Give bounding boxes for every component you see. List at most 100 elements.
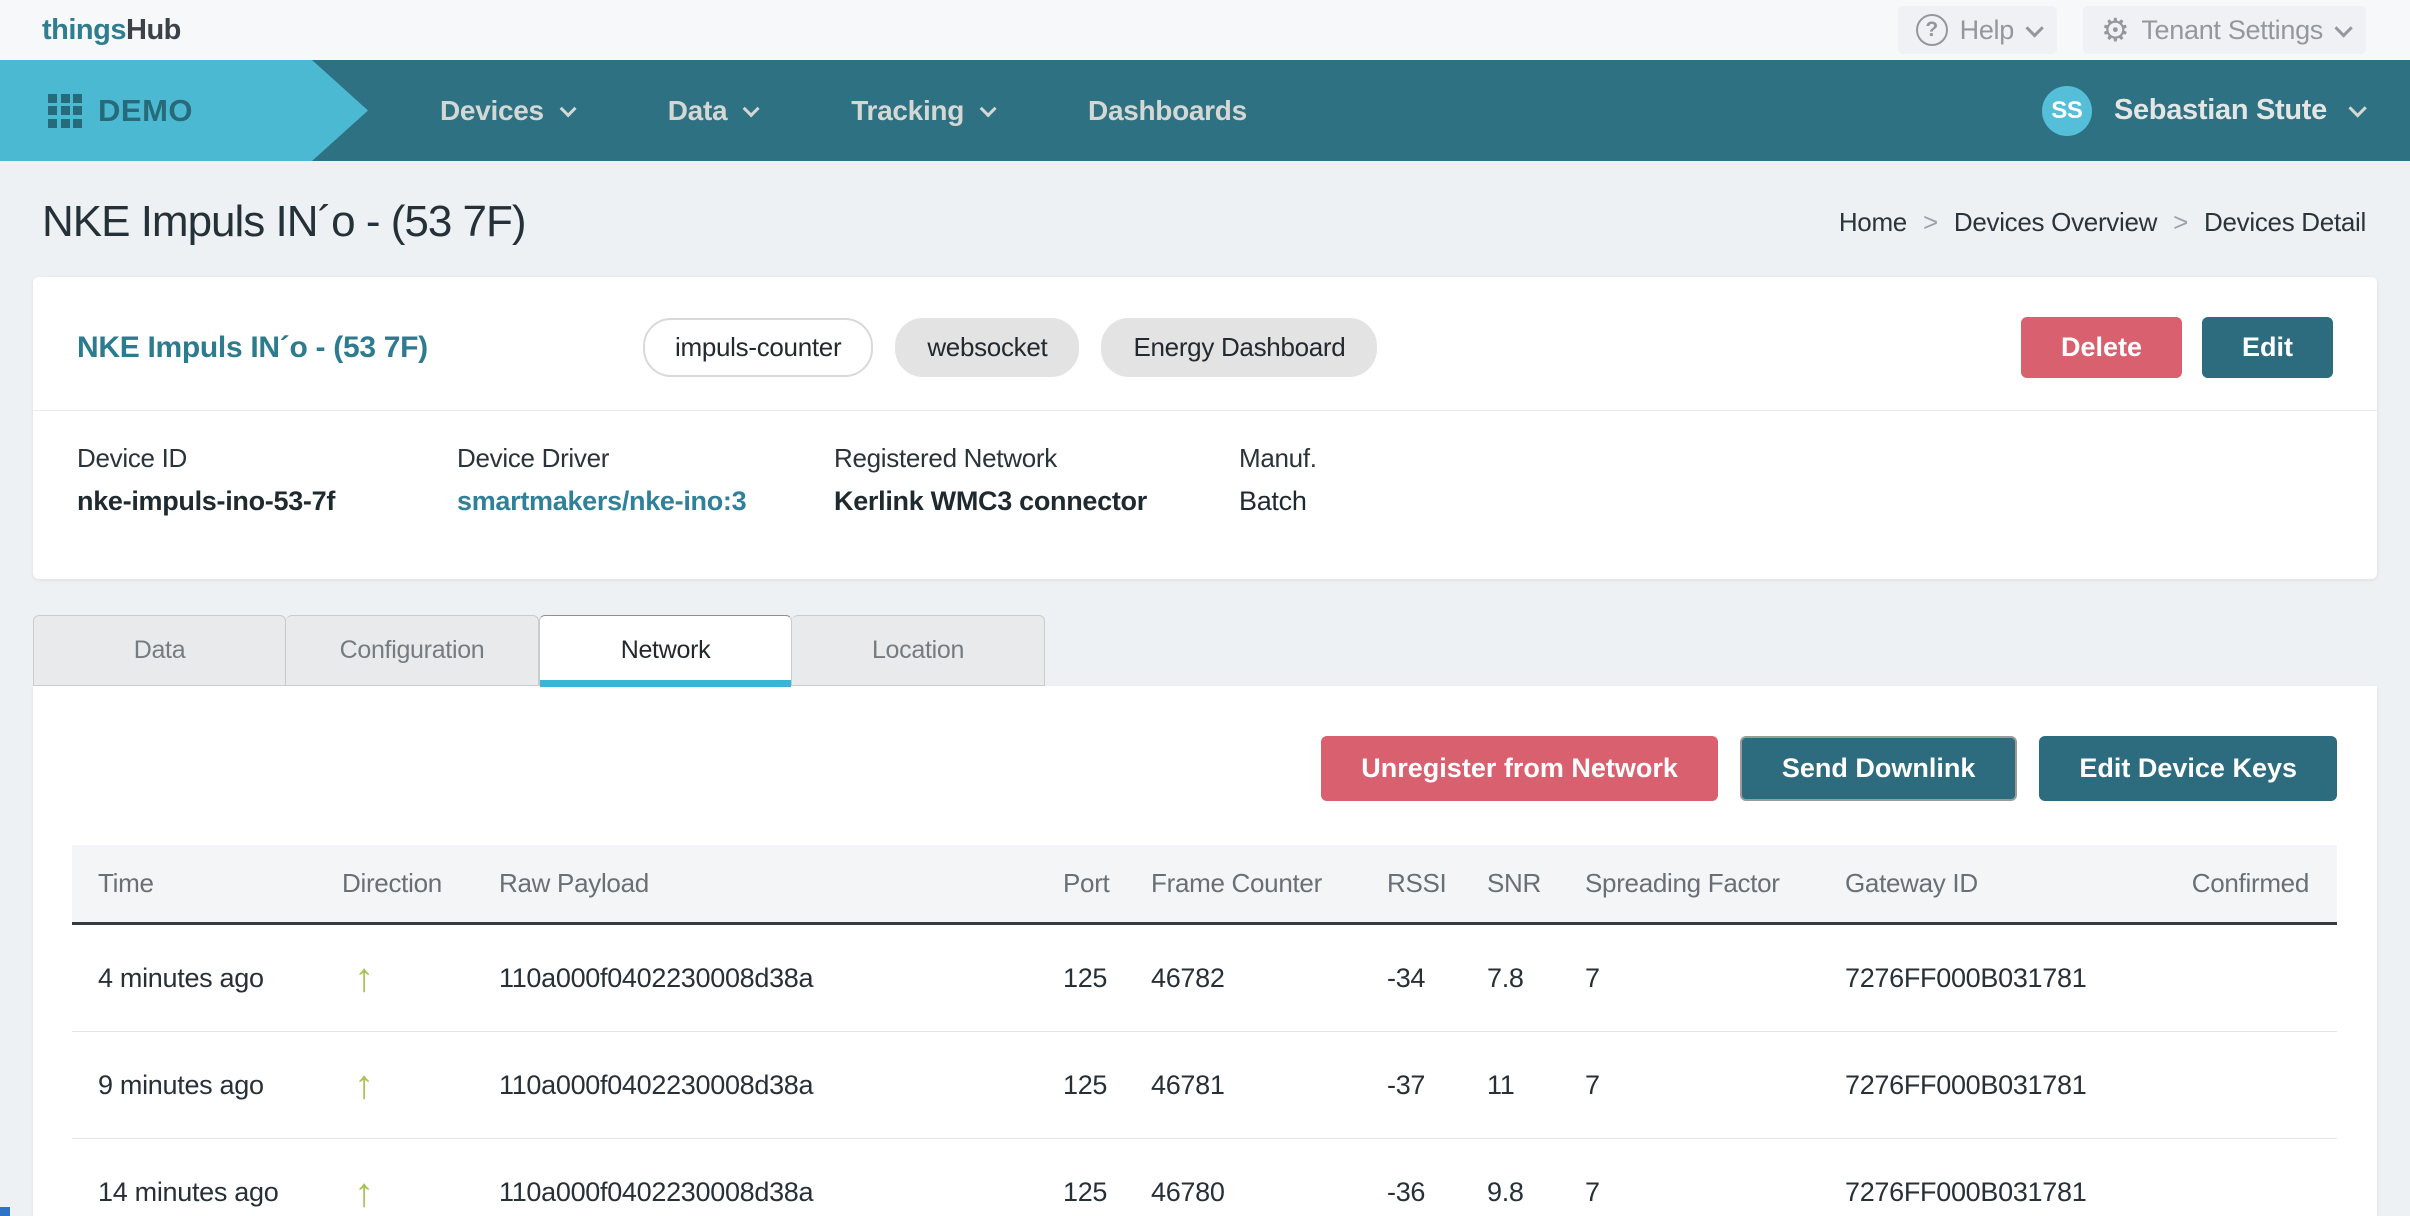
tag-energy-dashboard: Energy Dashboard [1101,318,1377,377]
chevron-down-icon [2025,19,2043,37]
nav-item-label: Tracking [851,95,964,127]
tab-configuration[interactable]: Configuration [286,615,539,686]
device-card-buttons: Delete Edit [2021,317,2333,378]
field-label: Registered Network [834,443,1239,474]
detail-tabs: Data Configuration Network Location [33,615,2377,686]
cell-snr: 7.8 [1485,963,1583,994]
cell-direction: ↑ [340,958,497,998]
grid-icon [48,94,82,128]
chat-widget-peek[interactable] [0,1207,10,1216]
cell-rssi: -34 [1385,963,1485,994]
column-header-rssi: RSSI [1385,868,1485,899]
breadcrumb-home[interactable]: Home [1839,207,1907,238]
field-device-driver: Device Driver smartmakers/nke-ino:3 [457,443,834,517]
column-header-raw-payload: Raw Payload [497,868,1061,899]
cell-frame-counter: 46782 [1149,963,1385,994]
nav-item-data[interactable]: Data [668,95,756,127]
column-header-snr: SNR [1485,868,1583,899]
tenant-settings-menu[interactable]: ⚙ Tenant Settings [2083,6,2366,54]
column-header-direction: Direction [340,868,497,899]
chevron-down-icon [2348,99,2366,117]
field-label: Device ID [77,443,457,474]
send-downlink-button[interactable]: Send Downlink [1740,736,2018,801]
column-header-gateway-id: Gateway ID [1843,868,2163,899]
cell-gateway-id: 7276FF000B031781 [1843,1177,2163,1208]
field-label: Manuf. [1239,443,1317,474]
table-row: 14 minutes ago ↑ 110a000f0402230008d38a … [72,1139,2337,1216]
user-name: Sebastian Stute [2114,94,2327,127]
delete-button[interactable]: Delete [2021,317,2182,378]
column-header-confirmed: Confirmed [2163,868,2337,899]
uplink-arrow-icon: ↑ [342,1065,374,1105]
nav-item-label: Devices [440,95,544,127]
page-title: NKE Impuls IN´o - (53 7F) [42,197,526,247]
cell-rssi: -36 [1385,1177,1485,1208]
column-header-frame-counter: Frame Counter [1149,868,1385,899]
field-label: Device Driver [457,443,834,474]
cell-raw-payload: 110a000f0402230008d38a [497,1177,1061,1208]
tag-websocket: websocket [895,318,1079,377]
chevron-down-icon [980,100,997,117]
uplink-arrow-icon: ↑ [342,1173,374,1213]
device-fields: Device ID nke-impuls-ino-53-7f Device Dr… [33,411,2377,579]
breadcrumb-separator: > [2173,207,2188,238]
cell-frame-counter: 46780 [1149,1177,1385,1208]
avatar: SS [2042,86,2092,136]
column-header-port: Port [1061,868,1149,899]
help-label: Help [1960,15,2014,46]
user-menu[interactable]: SS Sebastian Stute [2042,60,2362,161]
device-driver-link[interactable]: smartmakers/nke-ino:3 [457,486,834,517]
chevron-down-icon [743,100,760,117]
cell-time: 14 minutes ago [72,1177,340,1208]
breadcrumb-devices-overview[interactable]: Devices Overview [1954,207,2157,238]
field-value: Batch [1239,486,1317,517]
cell-port: 125 [1061,1177,1149,1208]
thingshub-logo[interactable]: thingsHub [42,14,181,47]
edit-button[interactable]: Edit [2202,317,2333,378]
help-menu[interactable]: ? Help [1898,6,2057,54]
nav-item-label: Dashboards [1088,95,1247,127]
tenant-name: DEMO [98,93,193,129]
tab-network[interactable]: Network [539,615,792,686]
field-value: Kerlink WMC3 connector [834,486,1239,517]
table-row: 4 minutes ago ↑ 110a000f0402230008d38a 1… [72,925,2337,1032]
breadcrumb-separator: > [1923,207,1938,238]
nav-item-tracking[interactable]: Tracking [851,95,992,127]
cell-gateway-id: 7276FF000B031781 [1843,963,2163,994]
gear-icon: ⚙ [2101,14,2129,46]
field-registered-network: Registered Network Kerlink WMC3 connecto… [834,443,1239,517]
column-header-time: Time [72,868,340,899]
nav-item-dashboards[interactable]: Dashboards [1088,95,1247,127]
network-panel: Unregister from Network Send Downlink Ed… [33,686,2377,1216]
top-bar: thingsHub ? Help ⚙ Tenant Settings [0,0,2410,60]
cell-time: 9 minutes ago [72,1070,340,1101]
network-actions: Unregister from Network Send Downlink Ed… [33,686,2377,801]
cell-direction: ↑ [340,1065,497,1105]
page-header: NKE Impuls IN´o - (53 7F) Home > Devices… [0,161,2410,277]
device-card-title: NKE Impuls IN´o - (53 7F) [77,331,643,365]
table-row: 9 minutes ago ↑ 110a000f0402230008d38a 1… [72,1032,2337,1139]
topbar-right: ? Help ⚙ Tenant Settings [1898,6,2366,54]
cell-time: 4 minutes ago [72,963,340,994]
nav-item-label: Data [668,95,728,127]
chevron-down-icon [2334,19,2352,37]
cell-direction: ↑ [340,1173,497,1213]
unregister-from-network-button[interactable]: Unregister from Network [1321,736,1718,801]
cell-frame-counter: 46781 [1149,1070,1385,1101]
nav-item-devices[interactable]: Devices [440,95,572,127]
tenant-switcher[interactable]: DEMO [0,60,368,161]
cell-raw-payload: 110a000f0402230008d38a [497,963,1061,994]
tab-location[interactable]: Location [792,615,1045,686]
device-card-header: NKE Impuls IN´o - (53 7F) impuls-counter… [33,277,2377,410]
cell-spreading-factor: 7 [1583,963,1843,994]
cell-snr: 9.8 [1485,1177,1583,1208]
nav-menu: Devices Data Tracking Dashboards [440,95,1247,127]
logo-hub: Hub [126,14,181,46]
tab-data[interactable]: Data [33,615,286,686]
cell-snr: 11 [1485,1070,1583,1101]
logo-things: things [42,14,126,46]
edit-device-keys-button[interactable]: Edit Device Keys [2039,736,2337,801]
field-value: nke-impuls-ino-53-7f [77,486,457,517]
cell-port: 125 [1061,963,1149,994]
uplink-arrow-icon: ↑ [342,958,374,998]
